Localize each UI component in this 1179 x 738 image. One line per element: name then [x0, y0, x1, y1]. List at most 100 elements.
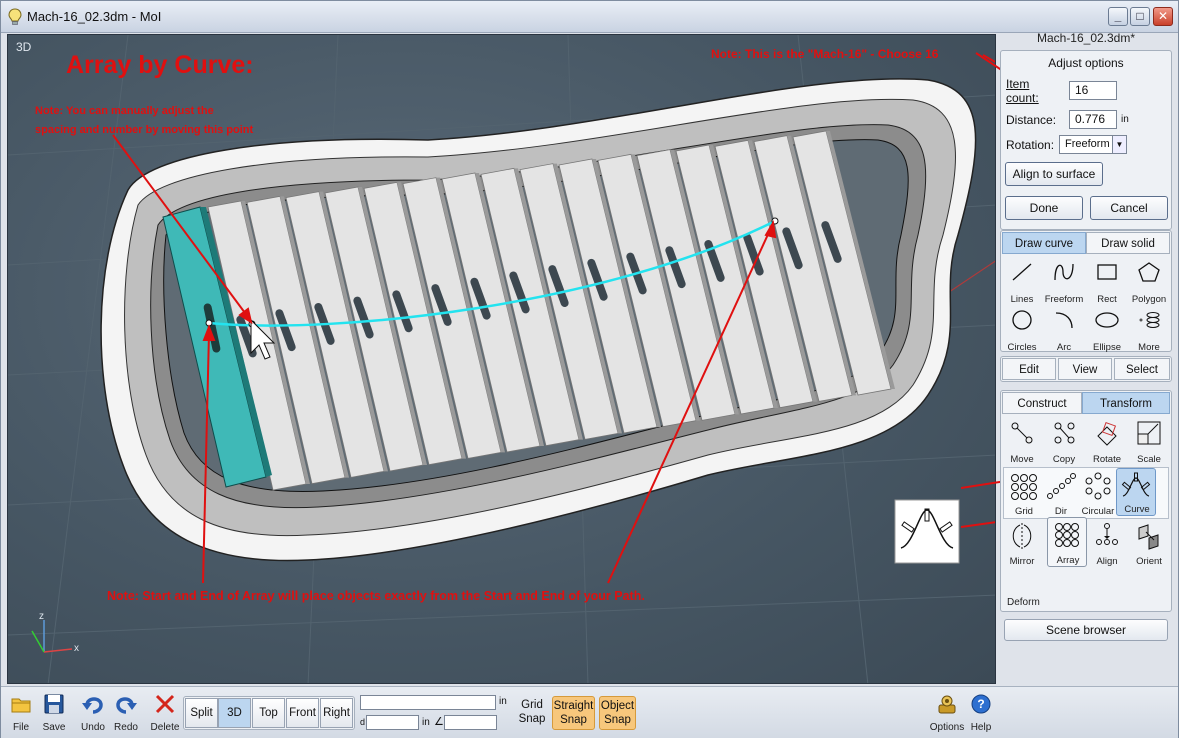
- minimize-button[interactable]: _: [1108, 7, 1128, 26]
- transform-box: Construct Transform Move Copy Rotate Sca…: [1000, 390, 1172, 612]
- distance-label: Distance:: [1006, 113, 1057, 127]
- rectangle-icon: [1097, 264, 1117, 280]
- tool-array-dir[interactable]: Dir: [1041, 469, 1081, 517]
- view-3d-button[interactable]: 3D: [218, 698, 251, 728]
- tool-array[interactable]: Array: [1047, 517, 1087, 567]
- tab-transform[interactable]: Transform: [1082, 392, 1170, 414]
- tool-array-circular[interactable]: Circular: [1078, 469, 1118, 517]
- tool-circles[interactable]: Circles: [1002, 305, 1042, 353]
- tool-align[interactable]: Align: [1087, 519, 1127, 567]
- tool-array-curve[interactable]: Curve: [1116, 468, 1156, 516]
- tool-move[interactable]: Move: [1002, 417, 1042, 465]
- redo-label: Redo: [114, 722, 138, 733]
- annotation-spacing-line2: spacing and number by moving this point: [35, 124, 254, 136]
- viewport-label: 3D: [16, 40, 32, 54]
- rotate-icon: [1097, 421, 1117, 446]
- tool-freeform[interactable]: Freeform: [1044, 257, 1084, 305]
- redo-button[interactable]: Redo: [108, 691, 144, 735]
- view-front-button[interactable]: Front: [286, 698, 319, 728]
- side-panel: Mach-16_02.3dm* Adjust options Item coun…: [998, 31, 1174, 684]
- rotation-label: Rotation:: [1006, 138, 1055, 152]
- tool-rotate[interactable]: Rotate: [1087, 417, 1127, 465]
- tool-move-label: Move: [1010, 454, 1034, 465]
- options-button[interactable]: Options: [927, 691, 967, 735]
- tool-array-dir-label: Dir: [1054, 506, 1068, 517]
- file-button[interactable]: File: [3, 691, 39, 735]
- move-icon: [1011, 422, 1033, 444]
- save-icon: [44, 694, 64, 714]
- tool-lines-label: Lines: [1010, 294, 1034, 305]
- item-count-input[interactable]: 16: [1069, 81, 1117, 100]
- close-icon: ✕: [1157, 9, 1169, 23]
- save-button[interactable]: Save: [36, 691, 72, 735]
- app-window: Mach-16_02.3dm - MoI _ □ ✕ z x Array by …: [0, 0, 1179, 738]
- tool-scale[interactable]: Scale: [1129, 417, 1169, 465]
- tab-view[interactable]: View: [1058, 358, 1112, 380]
- view-right-button[interactable]: Right: [320, 698, 353, 728]
- annotation-start-end: Note: Start and End of Array will place …: [107, 589, 645, 603]
- save-label: Save: [42, 722, 66, 733]
- straight-snap-toggle[interactable]: Straight Snap: [552, 696, 595, 730]
- arc-icon: [1055, 312, 1073, 329]
- object-snap-toggle[interactable]: Object Snap: [599, 696, 636, 730]
- viewport-3d[interactable]: z x Array by Curve: Note: You can manual…: [7, 34, 996, 684]
- file-label: File: [12, 722, 30, 733]
- freeform-icon: [1054, 263, 1074, 281]
- grid-array-icon: [1011, 474, 1037, 500]
- tab-construct[interactable]: Construct: [1002, 392, 1082, 414]
- tool-orient[interactable]: Orient: [1129, 519, 1169, 567]
- grid-snap-toggle[interactable]: Grid Snap: [514, 696, 550, 730]
- distance-entry-unit: in: [422, 717, 430, 728]
- helix-icon: [1139, 312, 1160, 328]
- tool-arc[interactable]: Arc: [1044, 305, 1084, 353]
- rotation-select[interactable]: Freeform ▼: [1059, 135, 1127, 154]
- mirror-icon: [1012, 523, 1032, 549]
- tab-edit[interactable]: Edit: [1002, 358, 1056, 380]
- cancel-button[interactable]: Cancel: [1090, 196, 1168, 220]
- tool-copy[interactable]: Copy: [1044, 417, 1084, 465]
- undo-button[interactable]: Undo: [75, 691, 111, 735]
- object-snap-label-1: Object: [600, 700, 635, 712]
- delete-button[interactable]: Delete: [147, 691, 183, 735]
- view-split-button[interactable]: Split: [185, 698, 218, 728]
- help-button[interactable]: ? Help: [963, 691, 999, 735]
- annotation-heading: Array by Curve:: [66, 51, 254, 79]
- draw-box: Draw curve Draw solid Lines Freeform Rec…: [1000, 230, 1172, 353]
- scene-browser-button[interactable]: Scene browser: [1004, 619, 1168, 641]
- angle-entry-input[interactable]: [444, 715, 497, 730]
- circular-array-icon: [1085, 472, 1111, 500]
- title-bar: Mach-16_02.3dm - MoI _ □ ✕: [1, 1, 1178, 33]
- tool-rect[interactable]: Rect: [1087, 257, 1127, 305]
- align-icon: [1096, 523, 1118, 545]
- distance-input[interactable]: 0.776: [1069, 110, 1117, 129]
- tool-more[interactable]: More: [1129, 305, 1169, 353]
- tool-ellipse[interactable]: Ellipse: [1087, 305, 1127, 353]
- angle-icon: ∠: [434, 716, 444, 728]
- curve-icon-callout: [894, 499, 960, 564]
- distance-prefix: d: [360, 717, 366, 727]
- maximize-icon: □: [1136, 9, 1144, 23]
- tab-select[interactable]: Select: [1114, 358, 1170, 380]
- maximize-button[interactable]: □: [1130, 7, 1150, 26]
- scale-icon: [1137, 421, 1161, 445]
- tab-draw-solid[interactable]: Draw solid: [1086, 232, 1170, 254]
- coordinate-input[interactable]: [360, 695, 496, 710]
- distance-entry-input[interactable]: [366, 715, 419, 730]
- align-to-surface-button[interactable]: Align to surface: [1005, 162, 1103, 186]
- minimize-icon: _: [1114, 9, 1122, 23]
- tool-array-grid[interactable]: Grid: [1004, 469, 1044, 517]
- tool-polygon[interactable]: Polygon: [1129, 257, 1169, 305]
- item-count-label-line2: count:: [1006, 91, 1039, 105]
- close-button[interactable]: ✕: [1153, 7, 1173, 26]
- deform-label[interactable]: Deform: [1007, 597, 1040, 608]
- straight-snap-label-2: Snap: [560, 714, 587, 726]
- tool-mirror[interactable]: Mirror: [1002, 519, 1042, 567]
- tool-array-grid-label: Grid: [1015, 506, 1033, 517]
- viewport-scene: z x Array by Curve: Note: You can manual…: [8, 35, 995, 683]
- tool-lines[interactable]: Lines: [1002, 257, 1042, 305]
- view-top-button[interactable]: Top: [252, 698, 285, 728]
- done-button[interactable]: Done: [1005, 196, 1083, 220]
- circle-icon: [1012, 310, 1032, 330]
- tab-draw-curve[interactable]: Draw curve: [1002, 232, 1086, 254]
- axis-triad: [31, 620, 73, 653]
